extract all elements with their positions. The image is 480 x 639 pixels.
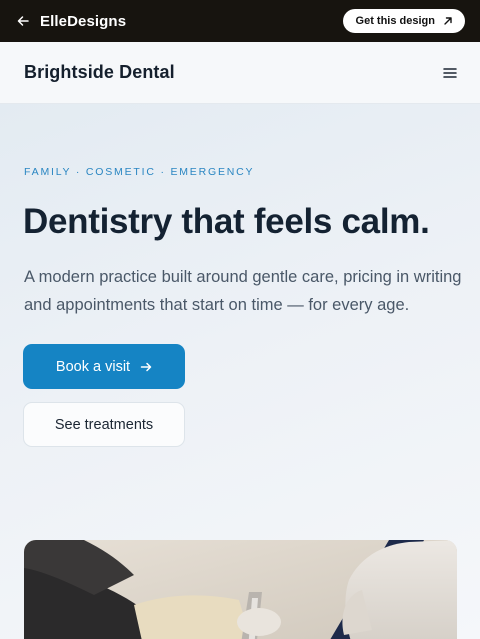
hero-description: A modern practice built around gentle ca… bbox=[24, 268, 462, 314]
arrow-right-icon bbox=[140, 361, 152, 373]
book-visit-label: Book a visit bbox=[55, 358, 131, 375]
arrow-up-right-icon bbox=[443, 16, 453, 26]
get-design-button[interactable]: Get this design bbox=[342, 9, 465, 33]
hero-eyebrow: FAMILY · COSMETIC · EMERGENCY bbox=[24, 166, 255, 178]
design-banner: ElleDesigns Get this design bbox=[0, 0, 480, 42]
book-visit-button[interactable]: Book a visit bbox=[23, 344, 185, 389]
hero-headline: Dentistry that feels calm. bbox=[23, 202, 430, 241]
get-design-label: Get this design bbox=[355, 15, 435, 27]
see-treatments-label: See treatments bbox=[54, 416, 154, 433]
site-header: Brightside Dental bbox=[0, 42, 480, 104]
hero-photo bbox=[24, 540, 457, 639]
see-treatments-button[interactable]: See treatments bbox=[23, 402, 185, 447]
site-logo[interactable]: Brightside Dental bbox=[24, 62, 175, 83]
arrow-left-icon[interactable] bbox=[16, 14, 30, 28]
hamburger-menu-icon[interactable] bbox=[442, 65, 458, 81]
banner-brand[interactable]: ElleDesigns bbox=[40, 13, 126, 30]
